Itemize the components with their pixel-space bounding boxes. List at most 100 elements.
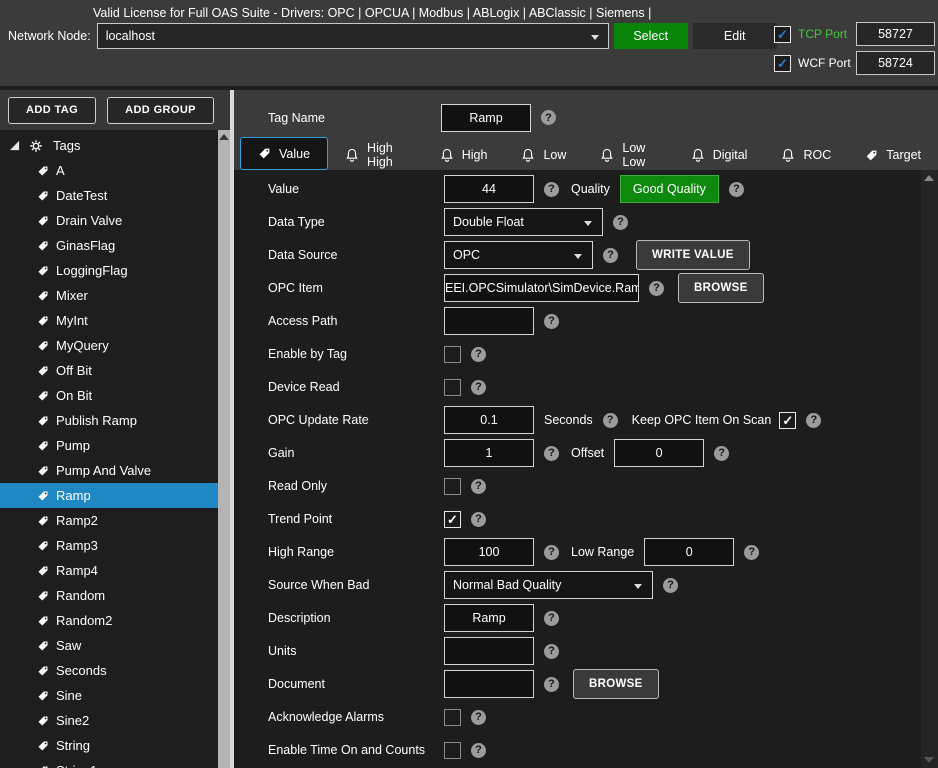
- network-node-combobox[interactable]: localhost: [97, 23, 609, 49]
- tree-item[interactable]: Random: [0, 583, 218, 608]
- tcp-port-input[interactable]: [856, 22, 935, 46]
- help-icon[interactable]: [663, 578, 678, 593]
- tree-item[interactable]: Ramp2: [0, 508, 218, 533]
- tree-scrollbar[interactable]: [218, 130, 230, 768]
- help-icon[interactable]: [471, 347, 486, 362]
- help-icon[interactable]: [544, 644, 559, 659]
- help-icon[interactable]: [471, 743, 486, 758]
- tree-item[interactable]: String1: [0, 758, 218, 768]
- acknowledge-alarms-checkbox[interactable]: [444, 709, 461, 726]
- tree-item[interactable]: LoggingFlag: [0, 258, 218, 283]
- document-row: Document BROWSE: [268, 670, 938, 698]
- help-icon[interactable]: [471, 479, 486, 494]
- tab-high[interactable]: High: [423, 140, 505, 170]
- data-source-dropdown[interactable]: OPC: [444, 241, 593, 269]
- tree-item[interactable]: Ramp3: [0, 533, 218, 558]
- opc-item-input[interactable]: [444, 274, 639, 302]
- gain-input[interactable]: [444, 439, 534, 467]
- tab-digital[interactable]: Digital: [674, 140, 765, 170]
- tree-item-label: Mixer: [56, 288, 88, 303]
- tree-item[interactable]: String: [0, 733, 218, 758]
- high-range-row: High Range Low Range: [268, 538, 938, 566]
- add-group-button[interactable]: ADD GROUP: [107, 97, 214, 124]
- main-scrollbar[interactable]: [921, 170, 938, 768]
- tree-item[interactable]: MyQuery: [0, 333, 218, 358]
- high-range-input[interactable]: [444, 538, 534, 566]
- help-icon[interactable]: [649, 281, 664, 296]
- tag-name-input[interactable]: [441, 104, 531, 132]
- tree-item[interactable]: Saw: [0, 633, 218, 658]
- offset-input[interactable]: [614, 439, 704, 467]
- help-icon[interactable]: [613, 215, 628, 230]
- source-when-bad-dropdown[interactable]: Normal Bad Quality: [444, 571, 653, 599]
- help-icon[interactable]: [471, 380, 486, 395]
- tcp-port-checkbox[interactable]: [774, 26, 791, 43]
- tree-item[interactable]: Sine2: [0, 708, 218, 733]
- opc-update-rate-input[interactable]: [444, 406, 534, 434]
- wcf-port-input[interactable]: [856, 51, 935, 75]
- tab-value[interactable]: Value: [240, 137, 328, 170]
- tree-item[interactable]: Ramp: [0, 483, 218, 508]
- tree-item[interactable]: DateTest: [0, 183, 218, 208]
- opc-item-browse-button[interactable]: BROWSE: [678, 273, 764, 303]
- keep-opc-item-on-scan-checkbox[interactable]: [779, 412, 796, 429]
- tree-item[interactable]: Mixer: [0, 283, 218, 308]
- help-icon[interactable]: [544, 545, 559, 560]
- help-icon[interactable]: [714, 446, 729, 461]
- expander-expanded-icon[interactable]: [9, 140, 20, 151]
- tree-item[interactable]: Drain Valve: [0, 208, 218, 233]
- add-tag-button[interactable]: ADD TAG: [8, 97, 96, 124]
- tree-item[interactable]: A: [0, 158, 218, 183]
- wcf-port-checkbox[interactable]: [774, 55, 791, 72]
- low-range-input[interactable]: [644, 538, 734, 566]
- write-value-button[interactable]: WRITE VALUE: [636, 240, 750, 270]
- tree-item[interactable]: Publish Ramp: [0, 408, 218, 433]
- description-input[interactable]: [444, 604, 534, 632]
- tree-item[interactable]: Ramp4: [0, 558, 218, 583]
- help-icon[interactable]: [541, 110, 556, 125]
- enable-time-on-and-counts-checkbox[interactable]: [444, 742, 461, 759]
- tab-high-high[interactable]: High High: [328, 140, 423, 170]
- help-icon[interactable]: [471, 512, 486, 527]
- data-type-dropdown[interactable]: Double Float: [444, 208, 603, 236]
- scroll-down-icon[interactable]: [924, 757, 934, 763]
- tree-item[interactable]: GinasFlag: [0, 233, 218, 258]
- units-input[interactable]: [444, 637, 534, 665]
- tab-roc[interactable]: ROC: [764, 140, 848, 170]
- read-only-checkbox[interactable]: [444, 478, 461, 495]
- help-icon[interactable]: [544, 611, 559, 626]
- tab-target[interactable]: Target: [848, 140, 938, 170]
- tree-item[interactable]: Seconds: [0, 658, 218, 683]
- select-button[interactable]: Select: [614, 23, 688, 49]
- trend-point-checkbox[interactable]: [444, 511, 461, 528]
- tree-item[interactable]: Sine: [0, 683, 218, 708]
- help-icon[interactable]: [603, 413, 618, 428]
- access-path-input[interactable]: [444, 307, 534, 335]
- document-browse-button[interactable]: BROWSE: [573, 669, 659, 699]
- help-icon[interactable]: [544, 446, 559, 461]
- help-icon[interactable]: [603, 248, 618, 263]
- tab-low-low[interactable]: Low Low: [583, 140, 673, 170]
- help-icon[interactable]: [544, 314, 559, 329]
- tab-low[interactable]: Low: [504, 140, 583, 170]
- edit-button[interactable]: Edit: [693, 23, 777, 49]
- tree-item[interactable]: Pump And Valve: [0, 458, 218, 483]
- help-icon[interactable]: [729, 182, 744, 197]
- help-icon[interactable]: [806, 413, 821, 428]
- scroll-up-icon[interactable]: [219, 134, 229, 140]
- document-input[interactable]: [444, 670, 534, 698]
- help-icon[interactable]: [471, 710, 486, 725]
- tree-item[interactable]: On Bit: [0, 383, 218, 408]
- enable-by-tag-checkbox[interactable]: [444, 346, 461, 363]
- tree-item[interactable]: Pump: [0, 433, 218, 458]
- tree-item[interactable]: Off Bit: [0, 358, 218, 383]
- help-icon[interactable]: [544, 677, 559, 692]
- help-icon[interactable]: [544, 182, 559, 197]
- tree-item[interactable]: Random2: [0, 608, 218, 633]
- scroll-up-icon[interactable]: [924, 175, 934, 181]
- value-input[interactable]: [444, 175, 534, 203]
- device-read-checkbox[interactable]: [444, 379, 461, 396]
- help-icon[interactable]: [744, 545, 759, 560]
- tree-item[interactable]: MyInt: [0, 308, 218, 333]
- tree-root-tags[interactable]: Tags: [0, 133, 230, 158]
